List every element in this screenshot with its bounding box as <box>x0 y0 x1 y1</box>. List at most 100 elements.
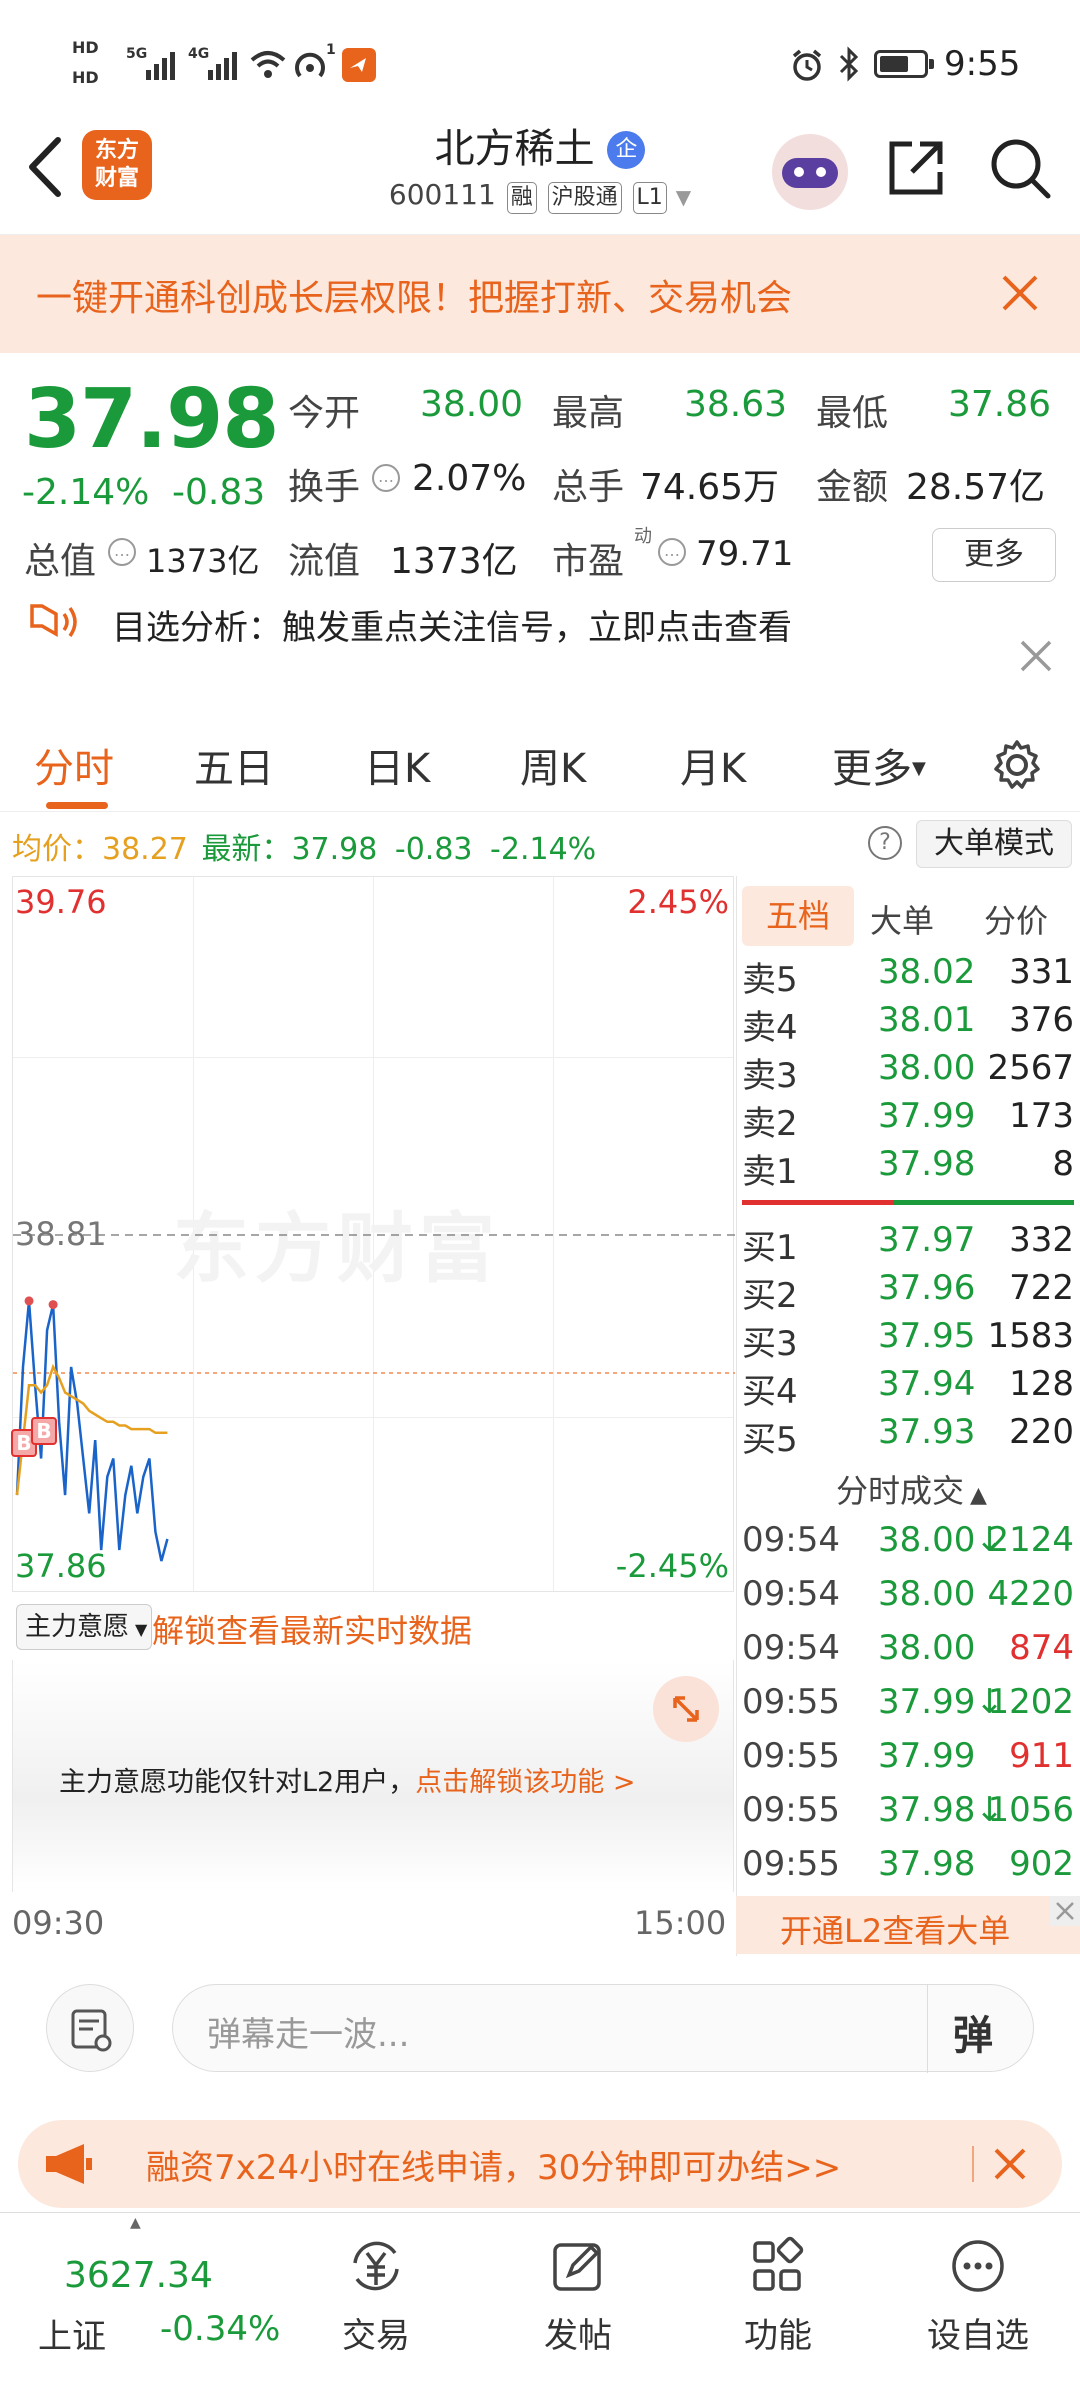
close-icon[interactable] <box>1050 1896 1080 1926</box>
tick-price: 38.00↓ <box>878 1520 1004 1560</box>
expand-icon[interactable] <box>653 1676 719 1742</box>
turnover-label: 换手 <box>288 467 361 508</box>
net2-indicator: 4G <box>188 46 210 62</box>
unlock-link[interactable]: 解锁查看最新实时数据 <box>152 1606 472 1652</box>
buy-row: 买5 37.93 220 <box>742 1412 1074 1460</box>
sell-row: 卖1 37.98 8 <box>742 1144 1074 1192</box>
buy-marker-2[interactable]: B <box>31 1417 57 1445</box>
latest-value: 37.98 <box>291 832 378 867</box>
tick-price: 37.98 <box>878 1844 976 1884</box>
promo-banner[interactable]: 一键开通科创成长层权限！把握打新、交易机会 <box>0 235 1080 353</box>
search-icon[interactable] <box>988 136 1054 202</box>
open-label: 今开 <box>288 393 361 434</box>
latest-change: -0.83 <box>394 832 473 867</box>
danmaku-send-button[interactable]: 弹 <box>953 2003 993 2061</box>
mktcap-label: 总值 <box>24 541 97 582</box>
sell-level-label: 卖2 <box>742 1104 798 1144</box>
amount-value: 28.57亿 <box>906 467 1046 508</box>
help-icon[interactable]: ? <box>868 826 902 860</box>
comment-input[interactable]: 弹幕走一波... 弹 <box>172 1984 1034 2073</box>
wifi-icon <box>250 51 286 78</box>
speaker-icon <box>30 604 77 638</box>
buy-price: 37.97 <box>878 1220 976 1260</box>
grid-icon <box>753 2236 804 2291</box>
chevron-down-icon: ▼ <box>675 185 692 209</box>
close-icon[interactable] <box>998 271 1042 315</box>
info-icon[interactable]: … <box>372 464 400 492</box>
main-force-unlock-link[interactable]: 点击解锁该功能 > <box>415 1767 635 1798</box>
buy-level-label: 买2 <box>742 1276 798 1316</box>
tick-volume: 2124 <box>987 1520 1074 1560</box>
tab-big-order[interactable]: 大单 <box>870 896 934 942</box>
buy-volume: 722 <box>1009 1268 1074 1308</box>
sell-row: 卖4 38.01 376 <box>742 1000 1074 1048</box>
sell-price: 38.00 <box>878 1048 976 1088</box>
time-end: 15:00 <box>634 1904 727 1942</box>
latest-pct: -2.14% <box>490 832 597 867</box>
stock-code: 600111 <box>388 178 496 211</box>
high-label: 最高 <box>552 393 625 434</box>
financing-ad-bar[interactable]: 融资7x24小时在线申请，30分钟即可办结>> <box>18 2120 1062 2208</box>
pe-value: 79.71 <box>696 534 794 574</box>
l2-banner-text: 开通L2查看大单 <box>780 1912 1011 1950</box>
sell-volume: 8 <box>1052 1144 1074 1184</box>
tab-more[interactable]: 更多▼ <box>832 736 926 794</box>
high-point-marker <box>48 1300 58 1310</box>
main-force-select[interactable]: 主力意愿 ▼ <box>16 1604 152 1650</box>
nav-trade[interactable]: 交易 <box>306 2233 446 2357</box>
buy-ratio-bar <box>894 1200 1074 1205</box>
tick-row: 09:55 37.99↓ 1202 <box>742 1682 1074 1730</box>
l2-banner[interactable]: 开通L2查看大单 <box>736 1896 1080 1954</box>
buy-row: 买2 37.96 722 <box>742 1268 1074 1316</box>
nav-functions-label: 功能 <box>744 2316 812 2356</box>
ticks-title[interactable]: 分时成交 ▲ <box>836 1466 987 1512</box>
high-point-marker <box>24 1296 34 1306</box>
signal-notice[interactable]: 目选分析：触发重点关注信号，立即点击查看 <box>0 596 1080 706</box>
tick-row: 09:55 37.99 911 <box>742 1736 1074 1784</box>
comment-list-icon[interactable] <box>46 1984 134 2072</box>
status-bar: HD HD 5G 4G 1 9:55 <box>0 0 1080 110</box>
index-value[interactable]: 3627.34 <box>64 2255 213 2296</box>
level-tag: L1 <box>632 182 667 214</box>
buy-level-label: 买3 <box>742 1324 798 1364</box>
chart-bottom-pct: -2.45% <box>615 1547 729 1585</box>
tick-time: 09:55 <box>742 1682 840 1722</box>
tab-daily-k[interactable]: 日K <box>364 736 430 794</box>
close-icon[interactable] <box>992 2146 1028 2182</box>
info-icon[interactable]: … <box>108 538 136 566</box>
big-order-mode-button[interactable]: 大单模式 <box>916 820 1072 868</box>
buy-volume: 332 <box>1009 1220 1074 1260</box>
low-value: 37.86 <box>948 384 1052 425</box>
chart-info-line: 均价：38.27 最新：37.98 -0.83 -2.14% <box>12 824 596 868</box>
tick-price: 37.98↓ <box>878 1790 1004 1830</box>
sell-level-label: 卖3 <box>742 1056 798 1096</box>
more-quote-button[interactable]: 更多 <box>932 528 1056 582</box>
tick-price: 38.00 <box>878 1574 976 1614</box>
info-icon[interactable]: … <box>658 538 686 566</box>
nav-post[interactable]: 发帖 <box>508 2233 648 2357</box>
tab-five-day[interactable]: 五日 <box>194 736 274 794</box>
net1-indicator: 5G <box>126 46 148 62</box>
robot-assistant-icon[interactable] <box>772 134 848 210</box>
chart-top-price: 39.76 <box>15 883 107 921</box>
chevron-up-icon: ▲ <box>130 2215 141 2231</box>
tick-time: 09:54 <box>742 1574 840 1614</box>
tab-five-level[interactable]: 五档 <box>742 886 854 946</box>
buy-price: 37.93 <box>878 1412 976 1452</box>
avg-value: 38.27 <box>102 832 188 867</box>
tab-weekly-k[interactable]: 周K <box>520 736 586 794</box>
settings-gear-icon[interactable] <box>990 738 1044 792</box>
tab-monthly-k[interactable]: 月K <box>680 736 746 794</box>
intraday-chart[interactable]: 东方财富 39.76 2.45% 38.81 37.86 -2.45% B B <box>11 876 735 1592</box>
index-name: 上证 <box>38 2317 106 2357</box>
tab-intraday[interactable]: 分时 <box>34 736 114 794</box>
buy-volume: 128 <box>1009 1364 1074 1404</box>
close-icon[interactable] <box>1018 638 1054 674</box>
share-icon[interactable] <box>884 136 948 200</box>
nav-add-watchlist[interactable]: 设自选 <box>908 2233 1048 2357</box>
turnover-value: 2.07% <box>412 458 527 499</box>
nav-functions[interactable]: 功能 <box>708 2233 848 2357</box>
tab-price-split[interactable]: 分价 <box>984 896 1048 942</box>
signal-text: 目选分析：触发重点关注信号，立即点击查看 <box>112 608 792 648</box>
sell-volume: 2567 <box>987 1048 1074 1088</box>
